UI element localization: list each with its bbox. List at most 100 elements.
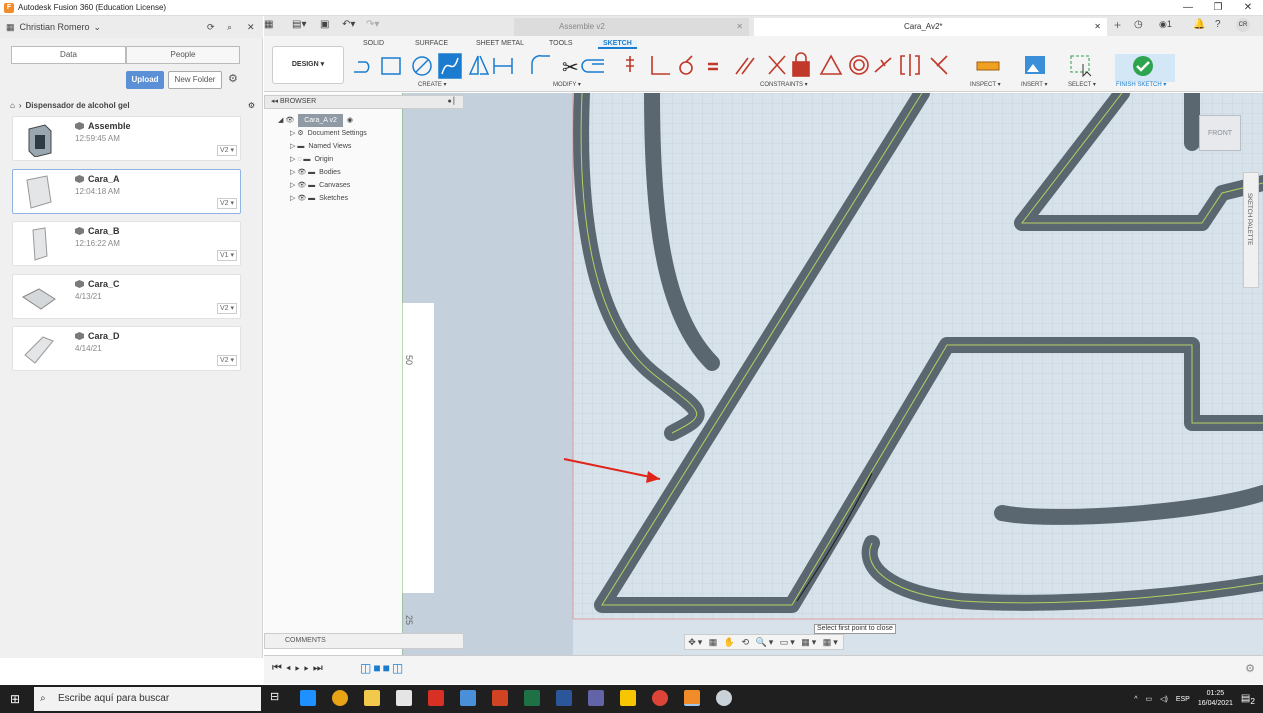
tree-item[interactable]: ▷ ◌ ▬ Origin [278,153,458,166]
select-icon [1070,55,1090,73]
close-window-button[interactable]: ✕ [1233,0,1263,16]
grid-apps-icon[interactable]: ▦ [6,22,15,33]
viewcube[interactable]: FRONT [1199,115,1241,151]
tab-surface[interactable]: SURFACE [415,40,448,47]
file-explorer-icon[interactable] [364,690,380,706]
user-avatar[interactable]: CR [1236,18,1250,32]
panel-pin-icon[interactable]: ● ▏ [447,96,459,108]
job-status-icon[interactable]: ◉1 [1159,19,1172,30]
navigation-bar[interactable]: ✥▾ ▦ ✋ ⟲ 🔍▾ ▭▾ ▦▾ ▦▾ [684,634,844,650]
excel-icon[interactable] [524,690,540,706]
close-tab-icon[interactable]: ✕ [736,18,743,36]
network-icon[interactable]: ▭ [1146,695,1153,703]
app-icon[interactable] [716,690,732,706]
refresh-icon[interactable]: ⟳ [207,22,215,33]
redo-icon[interactable]: ↷▾ [366,19,379,30]
notifications-icon[interactable]: ▤2 [1241,693,1255,706]
notification-bell-icon[interactable]: 🔔 [1193,19,1205,30]
grid-icon[interactable]: ▦ [264,19,273,30]
chevron-up-icon[interactable]: ^ [1134,696,1137,703]
home-icon[interactable]: ⌂ [10,101,15,110]
list-item[interactable]: Assemble 12:59:45 AM V2 ▾ [12,116,241,161]
extensions-icon[interactable]: ◷ [1134,19,1143,30]
minimize-button[interactable]: — [1173,0,1203,16]
list-item[interactable]: Cara_D 4/14/21 V2 ▾ [12,326,241,371]
tab-tools[interactable]: TOOLS [549,40,573,47]
tab-solid[interactable]: SOLID [363,40,384,47]
collapse-icon[interactable]: ◂◂ [271,98,278,105]
windows-start-icon[interactable]: ⊞ [10,692,20,706]
powerpoint-icon[interactable] [492,690,508,706]
component-icon [75,280,84,288]
search-icon[interactable]: ⌕ [227,22,232,33]
user-name[interactable]: Christian Romero [20,22,90,32]
select-menu[interactable]: SELECT ▾ [1068,81,1096,88]
tab-sketch[interactable]: SKETCH [598,40,637,49]
gear-icon[interactable]: ⚙ [228,72,238,85]
close-icon[interactable]: ✕ [247,22,255,33]
word-icon[interactable] [556,690,572,706]
volume-icon[interactable]: ◁) [1160,695,1168,703]
chevron-down-icon[interactable]: ⌄ [94,22,102,33]
timeline-settings-icon[interactable]: ⚙ [1245,662,1255,675]
task-view-icon[interactable]: ⊟ [270,690,286,706]
maximize-button[interactable]: ❐ [1203,0,1233,16]
list-item[interactable]: Cara_C 4/13/21 V2 ▾ [12,274,241,319]
save-icon[interactable]: ▣ [320,19,329,30]
breadcrumb-folder[interactable]: Dispensador de alcohol gel [26,101,130,110]
insert-menu[interactable]: INSERT ▾ [1021,81,1047,88]
version-badge[interactable]: V2 ▾ [216,145,237,156]
sketch-canvas[interactable]: 50 25 [402,93,1263,658]
inspect-menu[interactable]: INSPECT ▾ [970,81,1001,88]
workspace-dropdown[interactable]: DESIGN ▾ [272,46,344,84]
tab-cara-a[interactable]: Cara_Av2* ✕ [754,18,1107,36]
settings-icon[interactable]: ⚙ [248,101,255,110]
acrobat-icon[interactable] [428,690,444,706]
modify-menu[interactable]: MODIFY ▾ [553,81,581,88]
offset-icon [581,59,604,73]
file-icon[interactable]: ▤▾ [292,19,306,30]
new-folder-button[interactable]: New Folder [168,71,222,89]
sketch-palette-toggle[interactable]: SKETCH PALETTE [1243,172,1259,288]
tree-root[interactable]: ◢ 👁 Cara_A v2 ◉ [278,114,458,127]
list-item[interactable]: Cara_A 12:04:18 AM V2 ▾ [12,169,241,214]
version-badge[interactable]: V2 ▾ [216,355,237,366]
chrome-profile-icon[interactable] [652,690,668,706]
tab-people[interactable]: People [126,46,240,64]
tab-data[interactable]: Data [11,46,126,64]
tree-item[interactable]: ▷ ⚙ Document Settings [278,127,458,140]
fusion-360-taskbar-icon[interactable] [684,690,700,706]
upload-button[interactable]: Upload [126,71,164,89]
tree-item[interactable]: ▷ ▬ Named Views [278,140,458,153]
photos-icon[interactable] [460,690,476,706]
timeline-features[interactable]: ◫■■◫ [360,661,405,675]
clock[interactable]: 01:25 16/04/2021 [1198,689,1233,709]
edge-icon[interactable] [300,690,316,706]
tree-item[interactable]: ▷ 👁 ▬ Canvases [278,179,458,192]
list-item[interactable]: Cara_B 12:16:22 AM V1 ▾ [12,221,241,266]
constraints-menu[interactable]: CONSTRAINTS ▾ [760,81,808,88]
radio-icon[interactable]: ◉ [347,114,353,127]
help-icon[interactable]: ? [1215,19,1221,30]
tab-assemble[interactable]: Assemble v2 ✕ [514,18,749,36]
timeline-playback-controls[interactable]: ⏮◂▸▸⏭ [272,662,327,675]
tree-item[interactable]: ▷ 👁 ▬ Sketches [278,192,458,205]
comments-panel[interactable]: COMMENTS [264,633,464,649]
version-badge[interactable]: V2 ▾ [216,303,237,314]
finish-sketch-button[interactable]: FINISH SKETCH ▾ [1116,81,1166,88]
close-tab-icon[interactable]: ✕ [1094,18,1101,36]
version-badge[interactable]: V2 ▾ [216,198,237,209]
new-tab-icon[interactable]: + [1114,18,1121,32]
chrome-icon[interactable] [332,690,348,706]
create-menu[interactable]: CREATE ▾ [418,81,447,88]
tab-sheet-metal[interactable]: SHEET METAL [476,40,524,47]
taskbar-search[interactable]: ⌕ Escribe aquí para buscar [34,687,261,711]
language-indicator[interactable]: ESP [1176,696,1190,703]
midpoint-icon [874,57,892,73]
tree-item[interactable]: ▷ 👁 ▬ Bodies [278,166,458,179]
undo-icon[interactable]: ↶▾ [342,19,355,30]
store-icon[interactable] [396,690,412,706]
version-badge[interactable]: V1 ▾ [216,250,237,261]
sticky-notes-icon[interactable] [620,690,636,706]
teams-icon[interactable] [588,690,604,706]
